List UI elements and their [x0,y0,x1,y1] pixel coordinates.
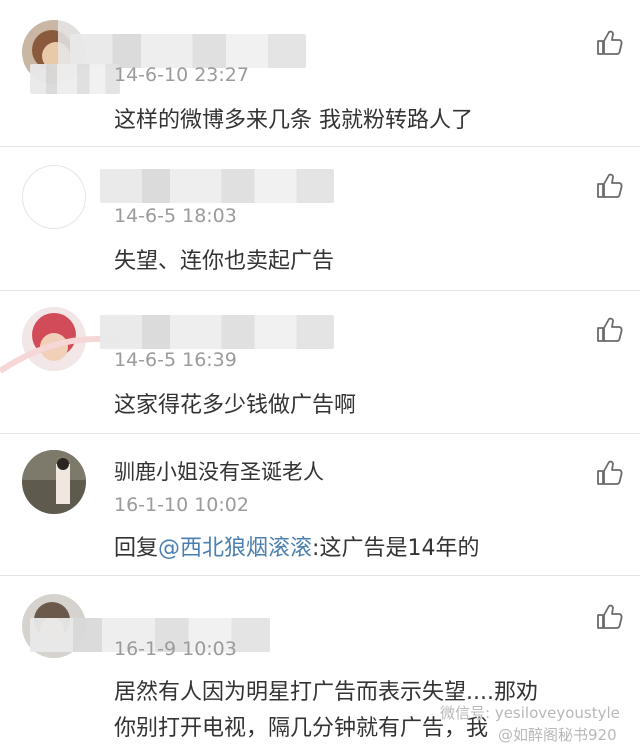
thumbs-up-icon[interactable] [594,602,624,632]
name-mosaic [70,34,306,68]
watermark-line: @如醉阁秘书920 [498,726,617,744]
comment-time: 16-1-10 10:02 [114,494,249,516]
mention-link[interactable]: @西北狼烟滚滚 [158,536,312,561]
comment-item: 14-6-5 18:03 失望、连你也卖起广告 [0,147,640,290]
commenter-name[interactable]: 驯鹿小姐没有圣诞老人 [114,456,324,486]
comment-text: 这样的微博多来几条 我就粉转路人了 [114,108,473,133]
comment-time: 14-6-5 18:03 [114,205,237,227]
comment-time: 14-6-5 16:39 [114,349,237,371]
avatar[interactable] [22,450,86,514]
reply-text: :这广告是14年的 [312,536,480,561]
thumbs-up-icon[interactable] [594,315,624,345]
comment-item: 14-6-10 23:27 这样的微博多来几条 我就粉转路人了 [0,0,640,146]
name-mosaic [100,169,334,203]
comment-time: 16-1-9 10:03 [114,638,237,660]
comment-item: 14-6-5 16:39 这家得花多少钱做广告啊 [0,291,640,433]
name-mosaic [100,315,334,349]
thumbs-up-icon[interactable] [594,458,624,488]
avatar-mosaic [30,64,120,94]
comment-text: 这家得花多少钱做广告啊 [114,393,357,418]
comment-text-line: 你别打开电视，隔几分钟就有广告，我 [114,716,489,741]
avatar[interactable] [22,165,86,229]
comment-item: 驯鹿小姐没有圣诞老人 16-1-10 10:02 回复@西北狼烟滚滚:这广告是1… [0,434,640,575]
thumbs-up-icon[interactable] [594,28,624,58]
thumbs-up-icon[interactable] [594,171,624,201]
comment-text: 回复@西北狼烟滚滚:这广告是14年的 [114,530,479,562]
watermark-line: 微信号: yesiloveyoustyle [440,704,620,722]
comment-time: 14-6-10 23:27 [114,64,249,86]
comment-text: 失望、连你也卖起广告 [114,249,335,274]
reply-prefix: 回复 [114,536,159,561]
